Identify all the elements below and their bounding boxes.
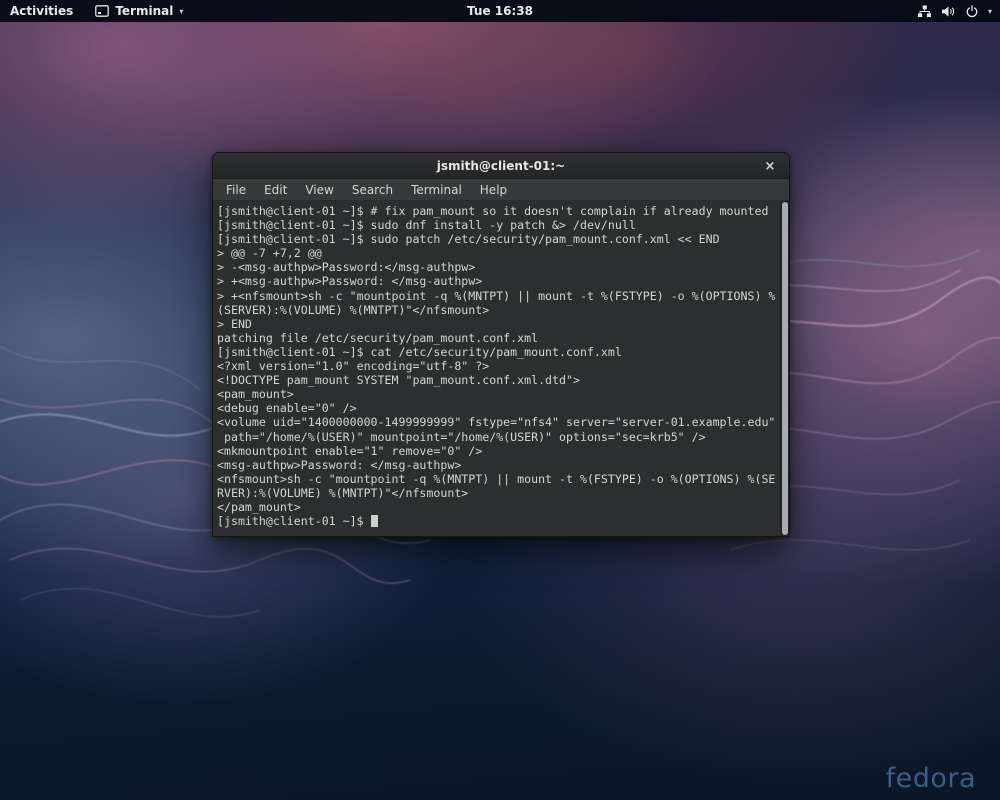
terminal-line: <debug enable="0" /> (217, 401, 777, 415)
terminal-menubar: File Edit View Search Terminal Help (213, 179, 789, 201)
terminal-line: > -<msg-authpw>Password:</msg-authpw> (217, 260, 777, 274)
menu-edit[interactable]: Edit (255, 179, 296, 201)
menu-terminal[interactable]: Terminal (402, 179, 471, 201)
volume-icon (941, 5, 956, 18)
terminal-line: <?xml version="1.0" encoding="utf-8" ?> (217, 359, 777, 373)
menu-file[interactable]: File (217, 179, 255, 201)
terminal-line: <msg-authpw>Password: </msg-authpw> (217, 458, 777, 472)
app-menu-label: Terminal (115, 4, 173, 18)
terminal-scrollbar[interactable] (780, 201, 789, 536)
terminal-line: > +<msg-authpw>Password: </msg-authpw> (217, 274, 777, 288)
prompt-text: [jsmith@client-01 ~]$ (217, 514, 371, 528)
terminal-line: [jsmith@client-01 ~]$ # fix pam_mount so… (217, 204, 777, 218)
menu-help[interactable]: Help (471, 179, 516, 201)
terminal-line: <volume uid="1400000000-1499999999" fsty… (217, 415, 777, 429)
system-status-area[interactable]: ▾ (917, 0, 992, 22)
power-icon (965, 4, 979, 18)
terminal-window: jsmith@client-01:~ × File Edit View Sear… (212, 152, 790, 537)
terminal-line: > +<nfsmount>sh -c "mountpoint -q %(MNTP… (217, 289, 777, 303)
terminal-line: <!DOCTYPE pam_mount SYSTEM "pam_mount.co… (217, 373, 777, 387)
terminal-prompt-line: [jsmith@client-01 ~]$ (217, 514, 777, 528)
chevron-down-icon: ▾ (179, 7, 183, 16)
close-icon[interactable]: × (761, 153, 779, 179)
terminal-line: <nfsmount>sh -c "mountpoint -q %(MNTPT) … (217, 472, 777, 486)
top-bar: Activities Terminal ▾ Tue 16:38 ▾ (0, 0, 1000, 22)
terminal-app-icon (95, 5, 109, 17)
terminal-screen[interactable]: [jsmith@client-01 ~]$ # fix pam_mount so… (213, 201, 789, 536)
terminal-line: RVER):%(VOLUME) %(MNTPT)"</nfsmount> (217, 486, 777, 500)
terminal-line: > END (217, 317, 777, 331)
terminal-line: [jsmith@client-01 ~]$ sudo patch /etc/se… (217, 232, 777, 246)
terminal-line: [jsmith@client-01 ~]$ cat /etc/security/… (217, 345, 777, 359)
terminal-line: path="/home/%(USER)" mountpoint="/home/%… (217, 430, 777, 444)
window-title: jsmith@client-01:~ (437, 159, 565, 173)
menu-search[interactable]: Search (343, 179, 402, 201)
terminal-line: patching file /etc/security/pam_mount.co… (217, 331, 777, 345)
terminal-line: <mkmountpoint enable="1" remove="0" /> (217, 444, 777, 458)
text-cursor (371, 515, 378, 527)
network-wired-icon (917, 5, 932, 18)
terminal-line: (SERVER):%(VOLUME) %(MNTPT)"</nfsmount> (217, 303, 777, 317)
window-titlebar[interactable]: jsmith@client-01:~ × (213, 153, 789, 179)
activities-button[interactable]: Activities (0, 0, 87, 22)
terminal-line: </pam_mount> (217, 500, 777, 514)
terminal-line: [jsmith@client-01 ~]$ sudo dnf install -… (217, 218, 777, 232)
terminal-line: <pam_mount> (217, 387, 777, 401)
menu-view[interactable]: View (296, 179, 342, 201)
app-menu-terminal[interactable]: Terminal ▾ (87, 0, 191, 22)
terminal-line: > @@ -7 +7,2 @@ (217, 246, 777, 260)
scrollbar-thumb[interactable] (782, 202, 788, 535)
fedora-logo: fedora (886, 763, 976, 794)
chevron-down-icon: ▾ (988, 7, 992, 16)
